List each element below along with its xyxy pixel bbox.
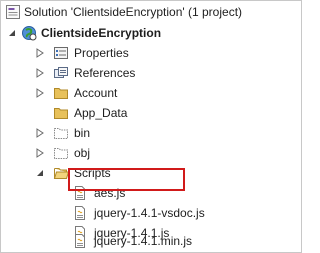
- tree-node-obj[interactable]: obj: [1, 143, 301, 163]
- solution-explorer: Solution 'ClientsideEncryption' (1 proje…: [0, 0, 302, 253]
- tree-node-properties[interactable]: Properties: [1, 43, 301, 63]
- collapsed-triangle-icon[interactable]: [35, 148, 45, 158]
- web-project-icon: [22, 26, 37, 41]
- tree-node-jquery-vsdoc[interactable]: jquery-1.4.1-vsdoc.js: [1, 203, 301, 223]
- node-label: jquery-1.4.1-vsdoc.js: [94, 206, 205, 220]
- node-label: Properties: [74, 46, 129, 60]
- node-label: bin: [74, 126, 91, 140]
- node-label: References: [74, 66, 136, 80]
- collapsed-triangle-icon[interactable]: [35, 68, 45, 78]
- js-file-icon: [75, 234, 85, 248]
- folder-icon: [54, 88, 68, 99]
- js-file-icon: [75, 206, 85, 220]
- tree-node-references[interactable]: References: [1, 63, 301, 83]
- expanded-triangle-icon[interactable]: [35, 168, 45, 178]
- tree-node-bin[interactable]: bin: [1, 123, 301, 143]
- project-label: ClientsideEncryption: [41, 26, 162, 40]
- tree-node-jquery-min[interactable]: jquery-1.4.1.min.js: [1, 231, 301, 251]
- properties-icon: [54, 47, 68, 59]
- folder-open-icon: [53, 168, 69, 179]
- expanded-triangle-icon[interactable]: [7, 28, 17, 38]
- node-label: jquery-1.4.1.min.js: [94, 234, 193, 248]
- references-icon: [54, 67, 68, 78]
- folder-outline-icon: [54, 148, 68, 159]
- folder-icon: [54, 108, 68, 119]
- solution-icon: [6, 5, 20, 19]
- tree-node-account[interactable]: Account: [1, 83, 301, 103]
- collapsed-triangle-icon[interactable]: [35, 88, 45, 98]
- folder-outline-icon: [54, 128, 68, 139]
- tree-node-app-data[interactable]: App_Data: [1, 103, 301, 123]
- collapsed-triangle-icon[interactable]: [35, 128, 45, 138]
- tree-node-solution[interactable]: Solution 'ClientsideEncryption' (1 proje…: [1, 2, 301, 22]
- node-label: obj: [74, 146, 91, 160]
- node-label: App_Data: [74, 106, 128, 120]
- collapsed-triangle-icon[interactable]: [35, 48, 45, 58]
- solution-label: Solution 'ClientsideEncryption' (1 proje…: [24, 5, 243, 19]
- highlight-box: [68, 168, 185, 191]
- node-label: Account: [74, 86, 118, 100]
- tree-node-project[interactable]: ClientsideEncryption: [1, 23, 301, 43]
